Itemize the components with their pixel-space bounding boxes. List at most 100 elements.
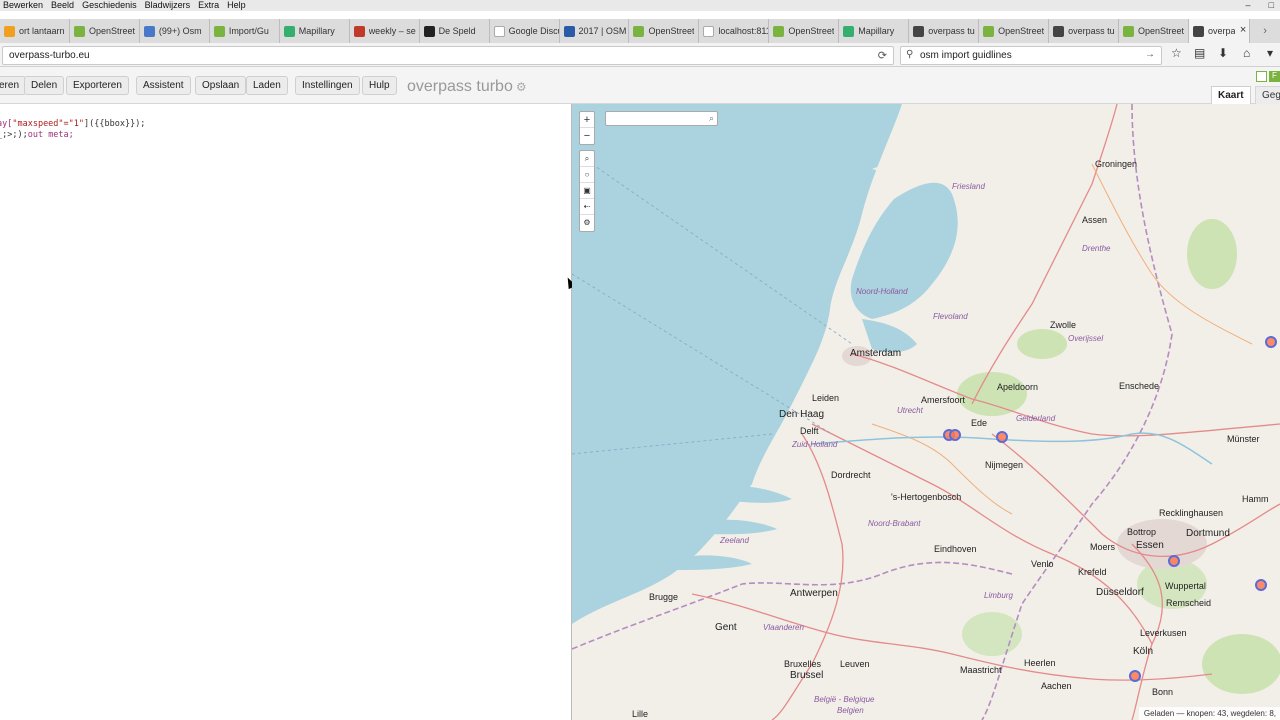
addon-icon[interactable] xyxy=(1256,71,1267,82)
browser-tab[interactable]: De Speld xyxy=(420,19,490,43)
export-button[interactable]: Exporteren xyxy=(66,76,129,95)
browser-tab[interactable]: Mapillary xyxy=(280,19,350,43)
menu-history[interactable]: Geschiedenis xyxy=(82,0,137,11)
locate-icon[interactable]: ○ xyxy=(580,167,594,183)
tab-label: ort lantaarn xyxy=(19,26,65,36)
search-input[interactable]: osm import guidlines xyxy=(920,50,1012,61)
help-button[interactable]: Hulp xyxy=(362,76,397,95)
load-button[interactable]: Laden xyxy=(246,76,288,95)
region-label: Overijssel xyxy=(1068,334,1104,343)
run-button[interactable]: eren xyxy=(0,76,27,95)
home-icon[interactable]: ⌂ xyxy=(1243,46,1250,60)
data-marker[interactable] xyxy=(1129,670,1141,682)
menu-bookmarks[interactable]: Bladwijzers xyxy=(145,0,191,11)
map-search-input[interactable]: ⌕ xyxy=(605,111,718,126)
region-label: Friesland xyxy=(952,182,985,191)
city-label: Brussel xyxy=(790,670,824,681)
wizard-button[interactable]: Assistent xyxy=(136,76,191,95)
addon-green-icon[interactable]: F xyxy=(1269,71,1280,82)
tab-scroll-right-icon[interactable]: › xyxy=(1250,19,1280,43)
browser-tab[interactable]: localhost:8111/ xyxy=(699,19,770,43)
browser-tab[interactable]: overpass tu xyxy=(1049,19,1119,43)
city-label: Leverkusen xyxy=(1140,628,1187,638)
fullscreen-icon[interactable]: ▣ xyxy=(580,183,594,199)
query-editor[interactable]: ay["maxspeed"="1"]({{bbox}}); _;>;);out … xyxy=(0,104,572,720)
tab-label: De Speld xyxy=(438,26,476,36)
region-label: Utrecht xyxy=(897,406,923,415)
zoom-in-button[interactable]: + xyxy=(580,112,594,128)
browser-tab[interactable]: OpenStreet xyxy=(629,19,700,43)
tab-label: overpass tu xyxy=(928,26,975,36)
city-label: Aachen xyxy=(1041,681,1072,691)
city-label: Köln xyxy=(1133,646,1154,657)
browser-tab[interactable]: Import/Gu xyxy=(210,19,280,43)
map-view[interactable]: + − ⌕ ○ ▣ ⇠ ⚙ ⌕ Amsterdam Den Haag Antwe… xyxy=(572,104,1280,720)
city-label: Brugge xyxy=(649,592,679,602)
favicon-icon xyxy=(913,25,925,37)
city-label: 's-Hertogenbosch xyxy=(891,492,962,502)
tab-map[interactable]: Kaart xyxy=(1211,86,1251,104)
browser-tab[interactable]: overpass tu xyxy=(909,19,980,43)
region-label: Limburg xyxy=(984,591,1013,600)
data-marker[interactable] xyxy=(996,431,1008,443)
tab-label: OpenStreet xyxy=(1138,26,1185,36)
settings-button[interactable]: Instellingen xyxy=(295,76,360,95)
browser-tab[interactable]: OpenStreet xyxy=(70,19,140,43)
clipboard-icon[interactable]: ▤ xyxy=(1194,46,1205,60)
browser-tab[interactable]: Mapillary xyxy=(839,19,910,43)
favicon-icon xyxy=(283,25,295,37)
overpass-toolbar: eren Delen Exporteren Assistent Opslaan … xyxy=(0,67,1280,104)
city-label: Düsseldorf xyxy=(1096,587,1144,598)
address-bar[interactable]: overpass-turbo.eu ⟳ xyxy=(2,46,894,65)
menu-help[interactable]: Help xyxy=(227,0,246,11)
browser-tab[interactable]: 2017 | OSM xyxy=(560,19,630,43)
minimize-button[interactable]: – xyxy=(1246,0,1251,11)
share-button[interactable]: Delen xyxy=(24,76,65,95)
tab-data[interactable]: Geg xyxy=(1255,86,1280,104)
favicon-icon xyxy=(563,25,575,37)
city-label: Bonn xyxy=(1152,687,1174,697)
data-marker[interactable] xyxy=(1168,555,1180,567)
bookmark-star-icon[interactable]: ☆ xyxy=(1171,46,1182,60)
save-button[interactable]: Opslaan xyxy=(195,76,247,95)
menu-view[interactable]: Beeld xyxy=(51,0,74,11)
map-tools-control: ⌕ ○ ▣ ⇠ ⚙ xyxy=(579,150,595,232)
browser-tab[interactable]: Google Discuss xyxy=(490,19,560,43)
browser-tab[interactable]: ort lantaarn xyxy=(0,19,70,43)
data-marker[interactable] xyxy=(949,429,961,441)
pocket-icon[interactable]: ▾ xyxy=(1267,46,1273,60)
maximize-button[interactable]: □ xyxy=(1269,0,1274,11)
download-icon[interactable]: ⬇ xyxy=(1218,46,1228,60)
favicon-icon xyxy=(143,25,155,37)
city-label: Dortmund xyxy=(1186,528,1230,539)
reload-icon[interactable]: ⟳ xyxy=(878,49,887,62)
search-go-icon[interactable]: → xyxy=(1145,49,1155,60)
browser-tab[interactable]: (99+) Osm xyxy=(140,19,210,43)
menu-tools[interactable]: Extra xyxy=(198,0,219,11)
city-label: Groningen xyxy=(1095,159,1138,169)
browser-tab[interactable]: OpenStreet xyxy=(769,19,840,43)
menu-bar: Bewerken Beeld Geschiedenis Bladwijzers … xyxy=(0,0,1280,11)
tab-active[interactable]: overpa × xyxy=(1188,19,1251,43)
city-label: Venlo xyxy=(1031,559,1054,569)
browser-tab[interactable]: weekly – se xyxy=(350,19,420,43)
data-marker[interactable] xyxy=(1265,336,1277,348)
tab-label: overpass tu xyxy=(1068,26,1115,36)
pan-icon[interactable]: ⇠ xyxy=(580,199,594,215)
browser-tab[interactable]: OpenStreet xyxy=(1119,19,1189,43)
browser-tab[interactable]: OpenStreet xyxy=(979,19,1050,43)
search-bar[interactable]: ⚲ osm import guidlines → xyxy=(900,46,1162,65)
close-tab-icon[interactable]: × xyxy=(1240,24,1246,36)
menu-edit[interactable]: Bewerken xyxy=(3,0,43,11)
city-label: Wuppertal xyxy=(1165,581,1206,591)
region-label: België - Belgique xyxy=(814,695,875,704)
code-token: ]({{bbox}}); xyxy=(84,119,146,129)
favicon-icon xyxy=(493,25,505,37)
forest-area xyxy=(1017,329,1067,359)
zoom-out-button[interactable]: − xyxy=(580,128,594,144)
tab-label: localhost:8111/ xyxy=(718,26,768,36)
map-settings-icon[interactable]: ⚙ xyxy=(580,215,594,231)
zoom-to-data-icon[interactable]: ⌕ xyxy=(580,151,594,167)
data-marker[interactable] xyxy=(1255,579,1267,591)
city-label: Den Haag xyxy=(779,409,825,420)
